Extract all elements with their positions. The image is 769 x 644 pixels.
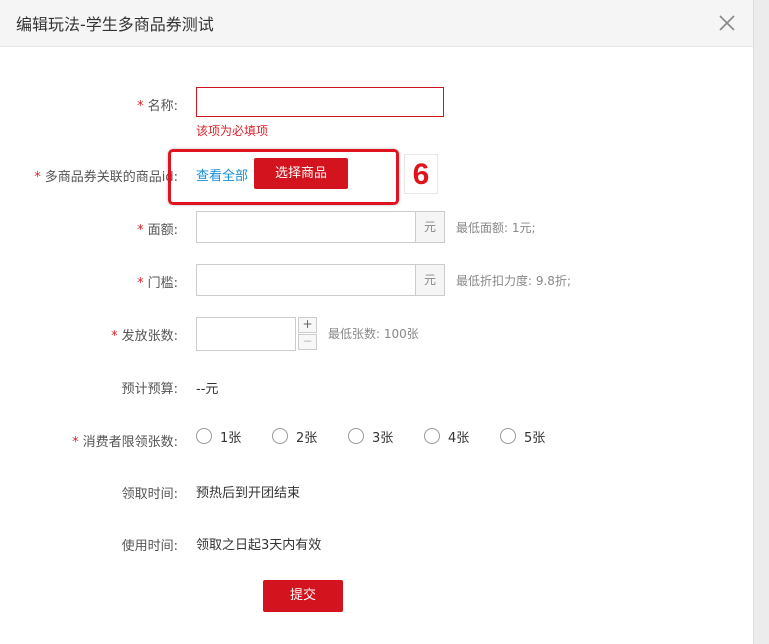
- budget-label: 预计预算:: [121, 382, 178, 397]
- dialog-title: 编辑玩法-学生多商品券测试: [16, 15, 214, 34]
- use-time-label: 使用时间:: [121, 539, 178, 554]
- threshold-group: 元: [196, 264, 445, 296]
- face-value-group: 元: [196, 211, 445, 243]
- view-all-link[interactable]: 查看全部: [196, 165, 248, 184]
- edit-dialog: 编辑玩法-学生多商品券测试 * 名称: 该项为必填项 * 多商品券关联的商品id: …: [0, 0, 753, 644]
- quantity-minus-button[interactable]: −: [298, 334, 317, 350]
- select-goods-button[interactable]: 选择商品: [254, 158, 348, 189]
- face-value-hint: 最低面额: 1元;: [456, 221, 536, 235]
- name-label: * 名称:: [0, 95, 178, 114]
- radio-circle[interactable]: [500, 428, 516, 444]
- limit-label: * 消费者限领张数:: [0, 431, 178, 450]
- threshold-label-text: 门槛:: [147, 276, 178, 291]
- quantity-label: * 发放张数:: [0, 325, 178, 344]
- face-value-label: * 面额:: [0, 219, 178, 238]
- radio-circle[interactable]: [196, 428, 212, 444]
- radio-circle[interactable]: [272, 428, 288, 444]
- limit-radio-label: 5张: [524, 431, 546, 446]
- required-mark: *: [137, 276, 144, 291]
- quantity-input[interactable]: [196, 317, 296, 351]
- submit-button[interactable]: 提交: [263, 580, 343, 612]
- step-number-badge: 6: [404, 154, 438, 194]
- required-mark: *: [137, 99, 144, 114]
- limit-radio-label: 1张: [220, 431, 242, 446]
- limit-radio-label: 2张: [296, 431, 318, 446]
- required-mark: *: [72, 435, 79, 450]
- product-ids-label: * 多商品券关联的商品id:: [0, 166, 178, 185]
- limit-radio-label: 3张: [372, 431, 394, 446]
- use-time-value: 领取之日起3天内有效: [196, 538, 322, 553]
- limit-label-text: 消费者限领张数:: [82, 435, 178, 450]
- name-error-text: 该项为必填项: [196, 124, 269, 138]
- radio-circle[interactable]: [348, 428, 364, 444]
- dialog-header: 编辑玩法-学生多商品券测试: [0, 0, 753, 47]
- name-label-text: 名称:: [147, 99, 178, 114]
- quantity-label-text: 发放张数:: [121, 329, 178, 344]
- face-value-label-text: 面额:: [147, 223, 178, 238]
- close-icon[interactable]: [716, 12, 738, 34]
- threshold-label: * 门槛:: [0, 272, 178, 291]
- required-mark: *: [34, 170, 41, 185]
- face-value-unit: 元: [415, 211, 445, 243]
- threshold-hint: 最低折扣力度: 9.8折;: [456, 274, 571, 288]
- claim-time-label: 领取时间:: [121, 487, 178, 502]
- claim-time-value: 预热后到开团结束: [196, 486, 301, 501]
- radio-circle[interactable]: [424, 428, 440, 444]
- required-mark: *: [111, 329, 118, 344]
- product-ids-label-text: 多商品券关联的商品id:: [44, 170, 178, 185]
- limit-radio-label: 4张: [448, 431, 470, 446]
- required-mark: *: [137, 223, 144, 238]
- threshold-unit: 元: [415, 264, 445, 296]
- threshold-input[interactable]: [196, 264, 416, 296]
- face-value-input[interactable]: [196, 211, 416, 243]
- scrollbar[interactable]: [753, 0, 769, 644]
- name-input[interactable]: [196, 87, 444, 117]
- quantity-plus-button[interactable]: +: [298, 317, 317, 333]
- quantity-hint: 最低张数: 100张: [328, 327, 419, 341]
- budget-value: --元: [196, 382, 219, 397]
